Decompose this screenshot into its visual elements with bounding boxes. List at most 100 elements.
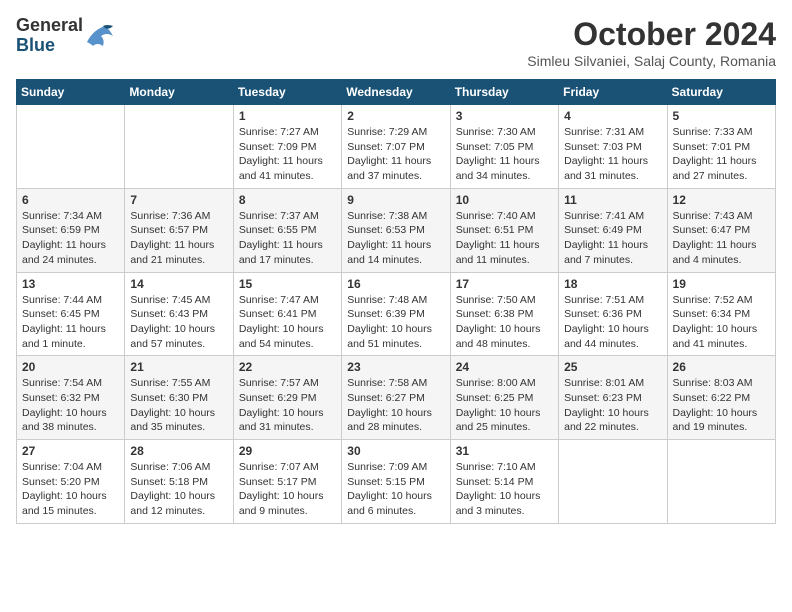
day-info: Sunrise: 7:31 AMSunset: 7:03 PMDaylight:… xyxy=(564,125,661,184)
day-info: Sunrise: 7:30 AMSunset: 7:05 PMDaylight:… xyxy=(456,125,553,184)
calendar-cell: 26Sunrise: 8:03 AMSunset: 6:22 PMDayligh… xyxy=(667,356,775,440)
calendar-cell: 28Sunrise: 7:06 AMSunset: 5:18 PMDayligh… xyxy=(125,440,233,524)
day-number: 10 xyxy=(456,193,553,207)
calendar-cell: 27Sunrise: 7:04 AMSunset: 5:20 PMDayligh… xyxy=(17,440,125,524)
calendar-week-1: 1 Sunrise: 7:27 AMSunset: 7:09 PMDaylight… xyxy=(17,105,776,189)
calendar-cell: 18Sunrise: 7:51 AMSunset: 6:36 PMDayligh… xyxy=(559,272,667,356)
day-number: 19 xyxy=(673,277,770,291)
calendar-cell: 24 Sunrise: 8:00 AMSunset: 6:25 PMDayligh… xyxy=(450,356,558,440)
day-info: Sunrise: 7:41 AMSunset: 6:49 PMDaylight:… xyxy=(564,209,661,268)
location-title: Simleu Silvaniei, Salaj County, Romania xyxy=(527,53,776,69)
calendar-cell: 1 Sunrise: 7:27 AMSunset: 7:09 PMDaylight… xyxy=(233,105,341,189)
weekday-header-monday: Monday xyxy=(125,80,233,105)
logo-blue: Blue xyxy=(16,36,83,56)
day-number: 5 xyxy=(673,109,770,123)
calendar-week-4: 20 Sunrise: 7:54 AMSunset: 6:32 PMDayligh… xyxy=(17,356,776,440)
day-number: 27 xyxy=(22,444,119,458)
calendar-week-5: 27Sunrise: 7:04 AMSunset: 5:20 PMDayligh… xyxy=(17,440,776,524)
calendar-cell: 17 Sunrise: 7:50 AMSunset: 6:38 PMDayligh… xyxy=(450,272,558,356)
day-info: Sunrise: 7:40 AMSunset: 6:51 PMDaylight:… xyxy=(456,209,553,268)
day-info: Sunrise: 7:47 AMSunset: 6:41 PMDaylight:… xyxy=(239,293,336,352)
calendar-cell: 10 Sunrise: 7:40 AMSunset: 6:51 PMDayligh… xyxy=(450,188,558,272)
calendar-table: SundayMondayTuesdayWednesdayThursdayFrid… xyxy=(16,79,776,524)
weekday-header-friday: Friday xyxy=(559,80,667,105)
day-info: Sunrise: 7:34 AMSunset: 6:59 PMDaylight:… xyxy=(22,209,119,268)
day-number: 7 xyxy=(130,193,227,207)
day-info: Sunrise: 7:09 AMSunset: 5:15 PMDaylight:… xyxy=(347,460,444,519)
day-number: 17 xyxy=(456,277,553,291)
day-info: Sunrise: 7:10 AMSunset: 5:14 PMDaylight:… xyxy=(456,460,553,519)
calendar-cell xyxy=(667,440,775,524)
calendar-cell: 19Sunrise: 7:52 AMSunset: 6:34 PMDayligh… xyxy=(667,272,775,356)
calendar-cell: 2Sunrise: 7:29 AMSunset: 7:07 PMDaylight… xyxy=(342,105,450,189)
month-title: October 2024 xyxy=(527,16,776,53)
day-number: 31 xyxy=(456,444,553,458)
calendar-cell: 20 Sunrise: 7:54 AMSunset: 6:32 PMDayligh… xyxy=(17,356,125,440)
day-number: 23 xyxy=(347,360,444,374)
calendar-cell: 16 Sunrise: 7:48 AMSunset: 6:39 PMDayligh… xyxy=(342,272,450,356)
day-number: 8 xyxy=(239,193,336,207)
calendar-cell: 14Sunrise: 7:45 AMSunset: 6:43 PMDayligh… xyxy=(125,272,233,356)
calendar-cell: 9Sunrise: 7:38 AMSunset: 6:53 PMDaylight… xyxy=(342,188,450,272)
day-info: Sunrise: 7:36 AMSunset: 6:57 PMDaylight:… xyxy=(130,209,227,268)
day-number: 1 xyxy=(239,109,336,123)
day-number: 20 xyxy=(22,360,119,374)
day-number: 6 xyxy=(22,193,119,207)
weekday-header-sunday: Sunday xyxy=(17,80,125,105)
day-number: 30 xyxy=(347,444,444,458)
day-info: Sunrise: 7:37 AMSunset: 6:55 PMDaylight:… xyxy=(239,209,336,268)
day-number: 16 xyxy=(347,277,444,291)
day-number: 24 xyxy=(456,360,553,374)
calendar-cell: 29 Sunrise: 7:07 AMSunset: 5:17 PMDayligh… xyxy=(233,440,341,524)
day-info: Sunrise: 7:43 AMSunset: 6:47 PMDaylight:… xyxy=(673,209,770,268)
calendar-cell: 11 Sunrise: 7:41 AMSunset: 6:49 PMDayligh… xyxy=(559,188,667,272)
day-info: Sunrise: 7:27 AMSunset: 7:09 PMDaylight:… xyxy=(239,125,336,184)
page-header: General Blue October 2024 Simleu Silvani… xyxy=(16,16,776,69)
calendar-cell: 13 Sunrise: 7:44 AMSunset: 6:45 PMDayligh… xyxy=(17,272,125,356)
logo-bird-icon xyxy=(85,22,115,50)
weekday-header-saturday: Saturday xyxy=(667,80,775,105)
day-number: 25 xyxy=(564,360,661,374)
calendar-cell: 6 Sunrise: 7:34 AMSunset: 6:59 PMDaylight… xyxy=(17,188,125,272)
calendar-cell: 3 Sunrise: 7:30 AMSunset: 7:05 PMDaylight… xyxy=(450,105,558,189)
day-number: 29 xyxy=(239,444,336,458)
calendar-cell: 25 Sunrise: 8:01 AMSunset: 6:23 PMDayligh… xyxy=(559,356,667,440)
calendar-cell xyxy=(559,440,667,524)
day-number: 12 xyxy=(673,193,770,207)
day-number: 9 xyxy=(347,193,444,207)
calendar-cell: 8 Sunrise: 7:37 AMSunset: 6:55 PMDaylight… xyxy=(233,188,341,272)
weekday-header-thursday: Thursday xyxy=(450,80,558,105)
calendar-cell: 7 Sunrise: 7:36 AMSunset: 6:57 PMDaylight… xyxy=(125,188,233,272)
day-info: Sunrise: 7:44 AMSunset: 6:45 PMDaylight:… xyxy=(22,293,119,352)
calendar-cell: 23Sunrise: 7:58 AMSunset: 6:27 PMDayligh… xyxy=(342,356,450,440)
day-info: Sunrise: 8:00 AMSunset: 6:25 PMDaylight:… xyxy=(456,376,553,435)
day-info: Sunrise: 7:57 AMSunset: 6:29 PMDaylight:… xyxy=(239,376,336,435)
day-info: Sunrise: 7:54 AMSunset: 6:32 PMDaylight:… xyxy=(22,376,119,435)
day-info: Sunrise: 8:01 AMSunset: 6:23 PMDaylight:… xyxy=(564,376,661,435)
calendar-cell: 12 Sunrise: 7:43 AMSunset: 6:47 PMDayligh… xyxy=(667,188,775,272)
day-number: 4 xyxy=(564,109,661,123)
calendar-cell: 22 Sunrise: 7:57 AMSunset: 6:29 PMDayligh… xyxy=(233,356,341,440)
day-info: Sunrise: 7:33 AMSunset: 7:01 PMDaylight:… xyxy=(673,125,770,184)
day-info: Sunrise: 7:06 AMSunset: 5:18 PMDaylight:… xyxy=(130,460,227,519)
day-number: 3 xyxy=(456,109,553,123)
calendar-cell xyxy=(17,105,125,189)
weekday-header-wednesday: Wednesday xyxy=(342,80,450,105)
day-info: Sunrise: 7:51 AMSunset: 6:36 PMDaylight:… xyxy=(564,293,661,352)
day-info: Sunrise: 7:07 AMSunset: 5:17 PMDaylight:… xyxy=(239,460,336,519)
day-info: Sunrise: 7:48 AMSunset: 6:39 PMDaylight:… xyxy=(347,293,444,352)
day-number: 11 xyxy=(564,193,661,207)
day-number: 14 xyxy=(130,277,227,291)
calendar-cell: 15Sunrise: 7:47 AMSunset: 6:41 PMDayligh… xyxy=(233,272,341,356)
day-number: 13 xyxy=(22,277,119,291)
calendar-cell: 30 Sunrise: 7:09 AMSunset: 5:15 PMDayligh… xyxy=(342,440,450,524)
day-info: Sunrise: 7:50 AMSunset: 6:38 PMDaylight:… xyxy=(456,293,553,352)
calendar-week-2: 6 Sunrise: 7:34 AMSunset: 6:59 PMDaylight… xyxy=(17,188,776,272)
day-number: 22 xyxy=(239,360,336,374)
title-area: October 2024 Simleu Silvaniei, Salaj Cou… xyxy=(527,16,776,69)
day-info: Sunrise: 8:03 AMSunset: 6:22 PMDaylight:… xyxy=(673,376,770,435)
calendar-header-row: SundayMondayTuesdayWednesdayThursdayFrid… xyxy=(17,80,776,105)
calendar-week-3: 13 Sunrise: 7:44 AMSunset: 6:45 PMDayligh… xyxy=(17,272,776,356)
calendar-cell: 4 Sunrise: 7:31 AMSunset: 7:03 PMDaylight… xyxy=(559,105,667,189)
weekday-header-tuesday: Tuesday xyxy=(233,80,341,105)
